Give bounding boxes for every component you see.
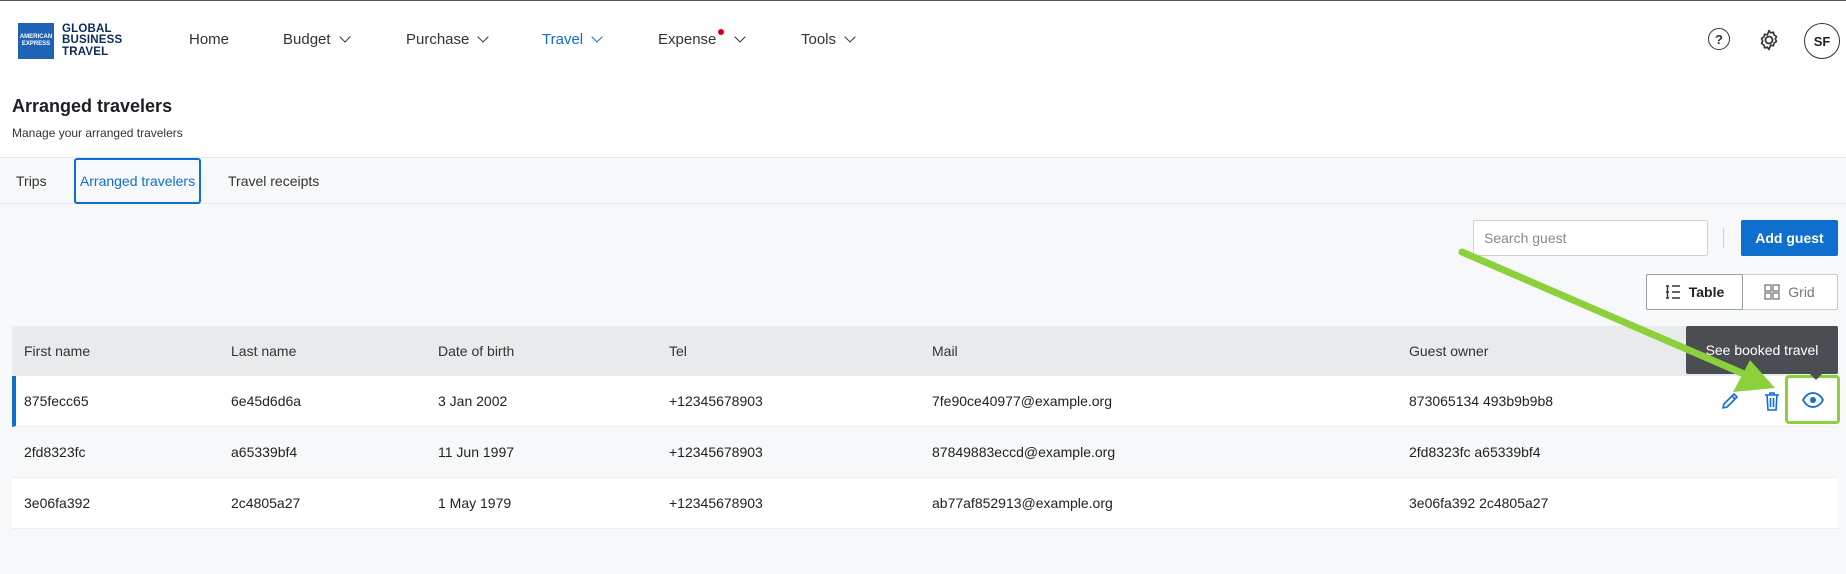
nav-purchase[interactable]: Purchase [406,31,490,48]
mail-cell: 87849883eccd@example.org [932,444,1116,460]
last-name-cell: 6e45d6d6a [231,393,302,409]
tab-trips[interactable]: Trips [16,158,47,204]
last-name-cell: 2c4805a27 [231,495,301,511]
help-icon[interactable]: ? [1708,28,1730,50]
table-row[interactable]: 3e06fa392 2c4805a27 1 May 1979 +12345678… [12,478,1838,529]
nav-budget[interactable]: Budget [283,31,351,48]
header-last-name[interactable]: Last name [231,343,296,359]
first-name-cell: 875fecc65 [24,393,89,409]
see-booked-travel-button[interactable] [1785,375,1840,424]
table-view-button[interactable]: Table [1646,274,1743,310]
list-icon [1665,285,1680,299]
grid-view-button[interactable]: Grid [1742,275,1837,309]
tab-travel-receipts[interactable]: Travel receipts [228,158,319,204]
tab-arranged-travelers[interactable]: Arranged travelers [74,158,201,204]
table-row[interactable]: 2fd8323fc a65339bf4 11 Jun 1997 +1234567… [12,427,1838,478]
header-first-name[interactable]: First name [24,343,90,359]
header-mail[interactable]: Mail [932,343,958,359]
travelers-table: First name Last name Date of birth Tel M… [12,326,1840,529]
tel-cell: +12345678903 [669,393,763,409]
dob-cell: 11 Jun 1997 [438,444,515,460]
tel-cell: +12345678903 [669,444,763,460]
chevron-down-icon [338,31,351,43]
mail-cell: ab77af852913@example.org [932,495,1113,511]
amex-logo-badge: AMERICAN EXPRESS [18,23,54,59]
toolbar-divider [1723,228,1724,248]
user-avatar[interactable]: SF [1804,23,1840,59]
view-toggle: Table Grid [1646,274,1838,310]
guest-owner-cell: 2fd8323fc a65339bf4 [1409,444,1541,460]
nav-home[interactable]: Home [189,31,229,48]
eye-icon [1802,392,1824,408]
header-date-of-birth[interactable]: Date of birth [438,343,514,359]
notification-dot [718,29,724,35]
dob-cell: 3 Jan 2002 [438,393,508,409]
page-header: Arranged travelers Manage your arranged … [0,80,1846,158]
last-name-cell: a65339bf4 [231,444,298,460]
grid-icon [1764,284,1780,300]
table-header: First name Last name Date of birth Tel M… [12,326,1838,376]
first-name-cell: 3e06fa392 [24,495,91,511]
page-title: Arranged travelers [12,96,173,116]
tel-cell: +12345678903 [669,495,763,511]
mail-cell: 7fe90ce40977@example.org [932,393,1113,409]
chevron-down-icon [734,31,747,43]
amex-gbt-logo[interactable]: AMERICAN EXPRESS GLOBAL BUSINESS TRAVEL [18,23,122,59]
search-guest-input[interactable] [1473,220,1708,256]
guest-owner-cell: 873065134 493b9b9b8 [1409,393,1554,409]
settings-gear-icon[interactable] [1757,28,1781,57]
delete-trash-icon[interactable] [1761,389,1783,413]
add-guest-button[interactable]: Add guest [1741,220,1838,256]
table-row[interactable]: 875fecc65 6e45d6d6a 3 Jan 2002 +12345678… [12,375,1840,427]
top-navigation: AMERICAN EXPRESS GLOBAL BUSINESS TRAVEL … [0,0,1846,80]
nav-tools[interactable]: Tools [801,31,856,48]
nav-expense[interactable]: Expense [658,29,747,48]
dob-cell: 1 May 1979 [438,495,512,511]
first-name-cell: 2fd8323fc [24,444,86,460]
guest-owner-cell: 3e06fa392 2c4805a27 [1409,495,1549,511]
chevron-down-icon [477,31,490,43]
header-guest-owner[interactable]: Guest owner [1409,343,1488,359]
see-booked-travel-tooltip: See booked travel [1686,326,1838,380]
header-tel[interactable]: Tel [669,343,687,359]
chevron-down-icon [844,31,856,43]
tab-bar: Trips Arranged travelers Travel receipts [0,158,1846,204]
chevron-down-icon [591,31,603,43]
page-subtitle: Manage your arranged travelers [12,126,183,140]
logo-wordmark: GLOBAL BUSINESS TRAVEL [62,22,123,58]
edit-pencil-icon[interactable] [1719,389,1741,413]
nav-travel[interactable]: Travel [542,31,603,48]
